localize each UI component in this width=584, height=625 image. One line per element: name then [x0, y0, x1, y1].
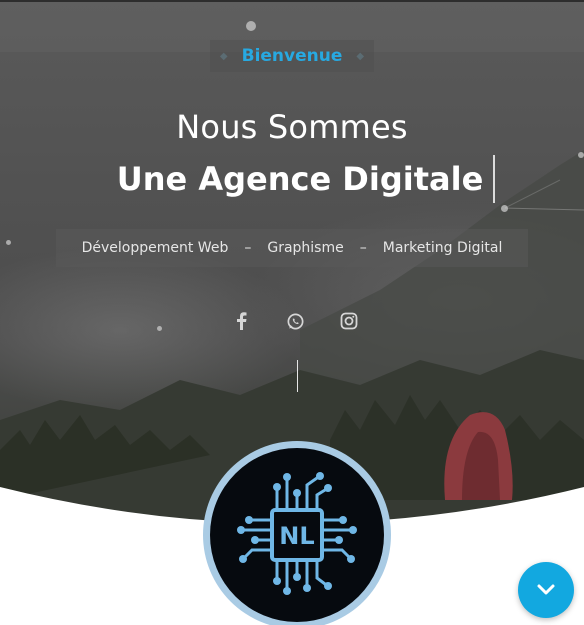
logo-letters: NL — [279, 522, 314, 550]
scroll-down-button[interactable] — [518, 562, 574, 618]
chevron-down-icon — [537, 584, 555, 595]
logo-circle: NL — [210, 448, 384, 622]
circuit-chip-icon: NL — [237, 472, 357, 595]
company-logo: NL — [203, 441, 391, 625]
